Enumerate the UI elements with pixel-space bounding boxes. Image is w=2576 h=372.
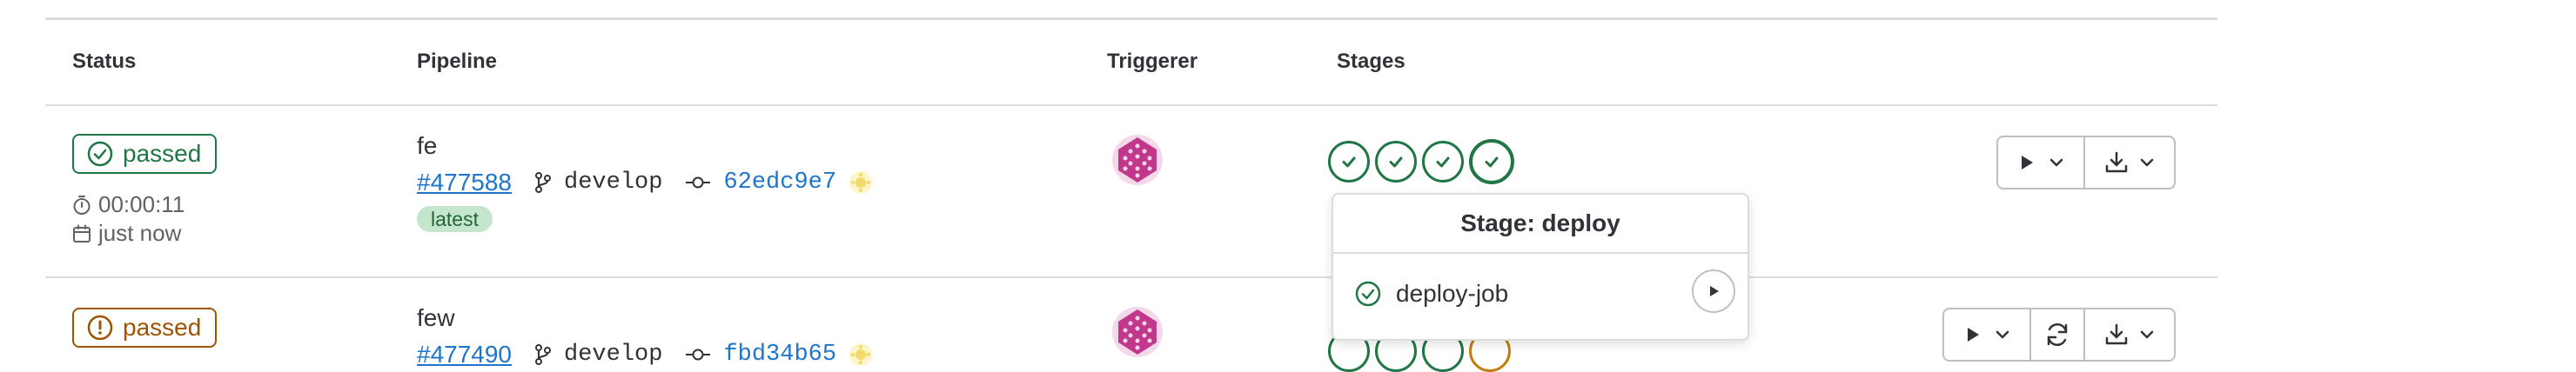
pipeline-actions <box>1996 136 2176 189</box>
stage-build[interactable] <box>1328 141 1370 183</box>
status-success-icon <box>1436 156 1450 168</box>
chevron-down-icon <box>2140 330 2154 339</box>
job-item[interactable]: deploy-job <box>1354 280 1508 308</box>
commit-author-avatar[interactable] <box>849 170 873 195</box>
status-badge[interactable]: passed <box>72 308 218 348</box>
table-row: passed 00:00:11 just now fe #477588 deve… <box>45 106 2217 278</box>
duration-value: 00:00:11 <box>98 191 185 217</box>
timer-icon <box>73 195 91 215</box>
pipeline-id-link[interactable]: #477490 <box>417 341 512 369</box>
chevron-down-icon <box>1996 330 2009 339</box>
retry-button[interactable] <box>2029 309 2083 360</box>
status-success-icon <box>87 141 113 167</box>
header-triggerer: Triggerer <box>1107 50 1198 73</box>
status-label: passed <box>123 314 202 341</box>
triggerer-avatar[interactable] <box>1111 134 1164 186</box>
pipeline-actions <box>1942 308 2176 362</box>
pipeline-name: fe <box>417 132 438 159</box>
status-label: passed <box>123 140 202 167</box>
status-success-icon <box>1485 156 1499 168</box>
commit-icon <box>686 349 711 361</box>
finished-time: just now <box>72 220 181 247</box>
run-manual-job-button[interactable] <box>1998 137 2083 188</box>
pipelines-table: Status Pipeline Triggerer Stages passed … <box>45 0 2217 372</box>
status-badge[interactable]: passed <box>72 134 218 174</box>
branch-ref[interactable]: develop <box>534 169 662 196</box>
commit-author-avatar[interactable] <box>849 342 873 367</box>
status-warning-icon <box>87 315 113 341</box>
branch-name: develop <box>564 169 663 196</box>
branch-ref[interactable]: develop <box>534 342 662 368</box>
download-icon <box>2105 323 2128 345</box>
play-icon <box>1710 286 1719 296</box>
chevron-down-icon <box>2049 158 2063 167</box>
stage-review[interactable] <box>1422 141 1464 183</box>
run-manual-job-button[interactable] <box>1944 309 2029 360</box>
branch-name: develop <box>564 342 663 368</box>
play-icon <box>2022 156 2033 169</box>
commit-sha-value: 62edc9e7 <box>723 169 837 196</box>
branch-icon <box>535 344 552 365</box>
status-success-icon <box>1355 281 1381 307</box>
latest-badge: latest <box>417 206 493 232</box>
status-success-icon <box>1342 156 1356 168</box>
header-status: Status <box>72 50 137 73</box>
pipeline-info: #477490 develop fbd34b65 <box>417 339 873 370</box>
play-icon <box>1968 328 1979 342</box>
table-row: passed few #477490 develop fbd34b65 <box>45 278 2217 372</box>
pipeline-name: few <box>417 304 455 331</box>
status-success-icon <box>1389 156 1403 168</box>
download-artifacts-button[interactable] <box>2083 309 2174 360</box>
job-name: deploy-job <box>1396 280 1509 307</box>
download-icon <box>2105 151 2128 173</box>
finished-value: just now <box>98 220 182 246</box>
calendar-icon <box>73 224 91 242</box>
duration: 00:00:11 <box>72 191 184 218</box>
branch-icon <box>535 172 552 193</box>
commit-sha[interactable]: 62edc9e7 <box>685 169 836 196</box>
run-job-button[interactable] <box>1692 269 1735 313</box>
stage-popover: Stage: deploy deploy-job <box>1332 193 1749 341</box>
top-divider <box>45 17 2217 20</box>
commit-sha-value: fbd34b65 <box>723 342 837 368</box>
pipeline-id-link[interactable]: #477588 <box>417 169 512 196</box>
download-artifacts-button[interactable] <box>2083 137 2174 188</box>
stage-test[interactable] <box>1375 141 1417 183</box>
stage-deploy[interactable] <box>1469 139 1514 184</box>
triggerer-avatar[interactable] <box>1111 306 1164 358</box>
commit-sha[interactable]: fbd34b65 <box>685 342 836 368</box>
header-stages: Stages <box>1337 50 1405 73</box>
table-header: Status Pipeline Triggerer Stages <box>45 21 2217 106</box>
popover-title: Stage: deploy <box>1333 195 1748 254</box>
pipeline-stages <box>1328 139 1514 184</box>
retry-icon <box>2047 323 2068 346</box>
commit-icon <box>686 176 711 189</box>
pipeline-info: #477588 develop 62edc9e7 <box>417 167 873 198</box>
chevron-down-icon <box>2140 158 2154 167</box>
header-pipeline: Pipeline <box>417 50 498 73</box>
